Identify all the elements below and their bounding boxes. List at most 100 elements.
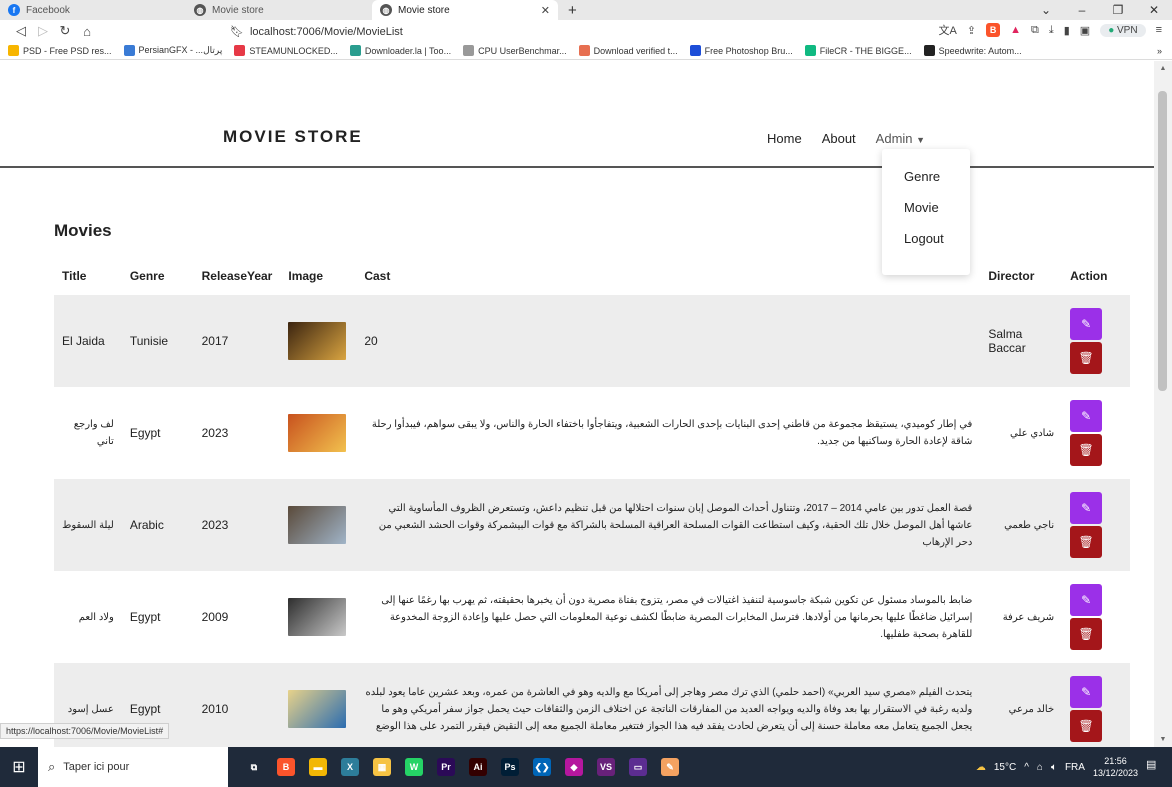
edit-button[interactable]: ✎ <box>1070 584 1103 616</box>
home-icon[interactable]: ⌂ <box>76 24 98 39</box>
bookmark-item[interactable]: Free Photoshop Bru... <box>689 45 793 56</box>
tab-movie-store-1[interactable]: ◍ Movie store <box>186 0 372 20</box>
back-icon[interactable]: ◁ <box>10 23 32 39</box>
sidebar-icon[interactable]: ▮ <box>1064 24 1070 37</box>
bookmark-item[interactable]: Speedwrite: Autom... <box>923 45 1022 56</box>
bookmark-item[interactable]: FileCR - THE BIGGE... <box>804 45 912 56</box>
page-scrollbar[interactable]: ▲ ▼ <box>1154 61 1172 747</box>
url-text: localhost:7006/Movie/MovieList <box>249 25 403 38</box>
edit-button[interactable]: ✎ <box>1070 676 1103 708</box>
delete-button[interactable]: 🗑︎ <box>1070 710 1103 742</box>
edit-button[interactable]: ✎ <box>1070 308 1103 340</box>
row-actions: ✎ 🗑︎ <box>1070 492 1122 558</box>
download-icon[interactable]: ⤓ <box>1049 24 1054 37</box>
dropdown-genre[interactable]: Genre <box>882 161 970 192</box>
tab-title: Facebook <box>26 4 70 16</box>
network-icon[interactable]: ⌂ <box>1037 762 1043 773</box>
column-header-release-year: ReleaseYear <box>201 269 273 283</box>
scroll-up-icon[interactable]: ▲ <box>1154 65 1172 72</box>
reload-icon[interactable]: ↻ <box>54 23 76 39</box>
share-icon[interactable]: ⇪ <box>967 24 976 37</box>
taskbar-app[interactable]: Ai <box>462 747 494 787</box>
bookmark-item[interactable]: PSD - Free PSD res... <box>8 45 112 56</box>
weather-icon[interactable]: ☁ <box>976 762 986 773</box>
cell-release-year: 2017 <box>201 334 229 348</box>
delete-button[interactable]: 🗑︎ <box>1070 618 1103 650</box>
brave-rewards-icon[interactable]: ▲ <box>1010 24 1021 36</box>
forward-icon[interactable]: ▷ <box>32 23 54 39</box>
bookmark-item[interactable]: Download verified t... <box>578 45 678 56</box>
taskbar-app[interactable]: ⧉ <box>238 747 270 787</box>
wallet-icon[interactable]: ▣ <box>1080 24 1090 37</box>
tab-movie-store-active[interactable]: ◍ Movie store ✕ <box>372 0 558 20</box>
taskbar-app[interactable]: X <box>334 747 366 787</box>
bookmark-item[interactable]: CPU UserBenchmar... <box>463 45 567 56</box>
clock[interactable]: 21:56 13/12/2023 <box>1093 755 1138 779</box>
bookmarks-bar: PSD - Free PSD res... PersianGFX - ...پرت… <box>0 42 1172 60</box>
delete-button[interactable]: 🗑︎ <box>1070 342 1103 374</box>
taskbar-app[interactable]: B <box>270 747 302 787</box>
close-window-icon[interactable]: ✕ <box>1136 3 1172 17</box>
taskbar-app[interactable]: ▭ <box>622 747 654 787</box>
menu-about[interactable]: About <box>822 131 856 146</box>
language-indicator[interactable]: FRA <box>1065 762 1085 773</box>
movie-poster <box>288 322 347 360</box>
dropdown-movie[interactable]: Movie <box>882 192 970 223</box>
site-header: MOVIE STORE Home About Admin ▼ <box>0 61 1154 168</box>
translate-icon[interactable]: 文A <box>939 22 957 38</box>
tab-facebook[interactable]: f Facebook <box>0 0 186 20</box>
menu-home[interactable]: Home <box>767 131 802 146</box>
address-bar[interactable]: 🔖︎ localhost:7006/Movie/MovieList <box>230 23 403 40</box>
taskbar-app[interactable]: Pr <box>430 747 462 787</box>
bookmark-icon[interactable]: 🔖︎ <box>230 25 244 38</box>
weather-temp[interactable]: 15°C <box>994 762 1016 773</box>
restore-icon[interactable]: ❐ <box>1100 3 1136 17</box>
taskbar-app[interactable]: ▦ <box>366 747 398 787</box>
brave-shield-icon[interactable]: B <box>986 23 1001 37</box>
menu-icon[interactable]: ≡ <box>1156 24 1162 36</box>
dropdown-logout[interactable]: Logout <box>882 223 970 254</box>
close-tab-icon[interactable]: ✕ <box>541 4 550 17</box>
table-row: El Jaida Tunisie 2017 20 Salma Baccar ✎ 🗑︎ <box>54 295 1130 387</box>
taskbar-app[interactable]: W <box>398 747 430 787</box>
bookmark-favicon-icon <box>578 45 590 56</box>
taskbar-app[interactable]: ◆ <box>558 747 590 787</box>
menu-admin[interactable]: Admin ▼ <box>876 131 925 146</box>
row-actions: ✎ 🗑︎ <box>1070 584 1122 650</box>
windows-start-icon[interactable]: ⊞ <box>0 747 38 787</box>
site-brand[interactable]: MOVIE STORE <box>223 127 363 147</box>
taskbar-app[interactable]: Ps <box>494 747 526 787</box>
cell-release-year: 2010 <box>201 702 229 716</box>
facebook-icon: f <box>8 4 20 16</box>
extensions-icon[interactable]: ⧉ <box>1031 24 1039 37</box>
tab-list-icon[interactable]: ⌄ <box>1028 3 1064 17</box>
cell-genre: Arabic <box>129 518 164 532</box>
tray-chevron-icon[interactable]: ^ <box>1024 762 1029 773</box>
bookmark-favicon-icon <box>689 45 701 56</box>
taskbar-app[interactable]: ✎ <box>654 747 686 787</box>
taskbar-apps: ⧉ B ▬ X ▦ W Pr Ai Ps ❮❯ ◆ VS ▭ ✎ <box>238 747 686 787</box>
taskbar-app[interactable]: ❮❯ <box>526 747 558 787</box>
edit-button[interactable]: ✎ <box>1070 400 1103 432</box>
scrollbar-thumb[interactable] <box>1158 91 1167 391</box>
bookmark-item[interactable]: STEAMUNLOCKED... <box>234 45 338 56</box>
new-tab-button[interactable]: + <box>558 0 587 20</box>
browser-toolbar: ◁ ▷ ↻ ⌂ 🔖︎ localhost:7006/Movie/MovieLis… <box>0 20 1172 42</box>
more-bookmarks-icon[interactable]: » <box>1157 46 1162 56</box>
bookmark-favicon-icon <box>923 45 935 56</box>
row-actions: ✎ 🗑︎ <box>1070 400 1122 466</box>
bookmark-item[interactable]: Downloader.la | Too... <box>349 45 451 56</box>
taskbar-app[interactable]: VS <box>590 747 622 787</box>
delete-button[interactable]: 🗑︎ <box>1070 526 1103 558</box>
cell-release-year: 2023 <box>201 426 229 440</box>
vpn-button[interactable]: ● VPN <box>1100 23 1146 37</box>
bookmark-item[interactable]: PersianGFX - ...پرتال <box>123 45 222 56</box>
taskbar-app[interactable]: ▬ <box>302 747 334 787</box>
taskbar-search[interactable]: ⌕ Taper ici pour <box>38 747 228 787</box>
volume-icon[interactable]: 🔈︎ <box>1051 762 1057 773</box>
scroll-down-icon[interactable]: ▼ <box>1154 736 1172 743</box>
notification-icon[interactable]: ▤ <box>1146 758 1164 776</box>
minimize-icon[interactable]: – <box>1064 3 1100 17</box>
edit-button[interactable]: ✎ <box>1070 492 1103 524</box>
delete-button[interactable]: 🗑︎ <box>1070 434 1103 466</box>
